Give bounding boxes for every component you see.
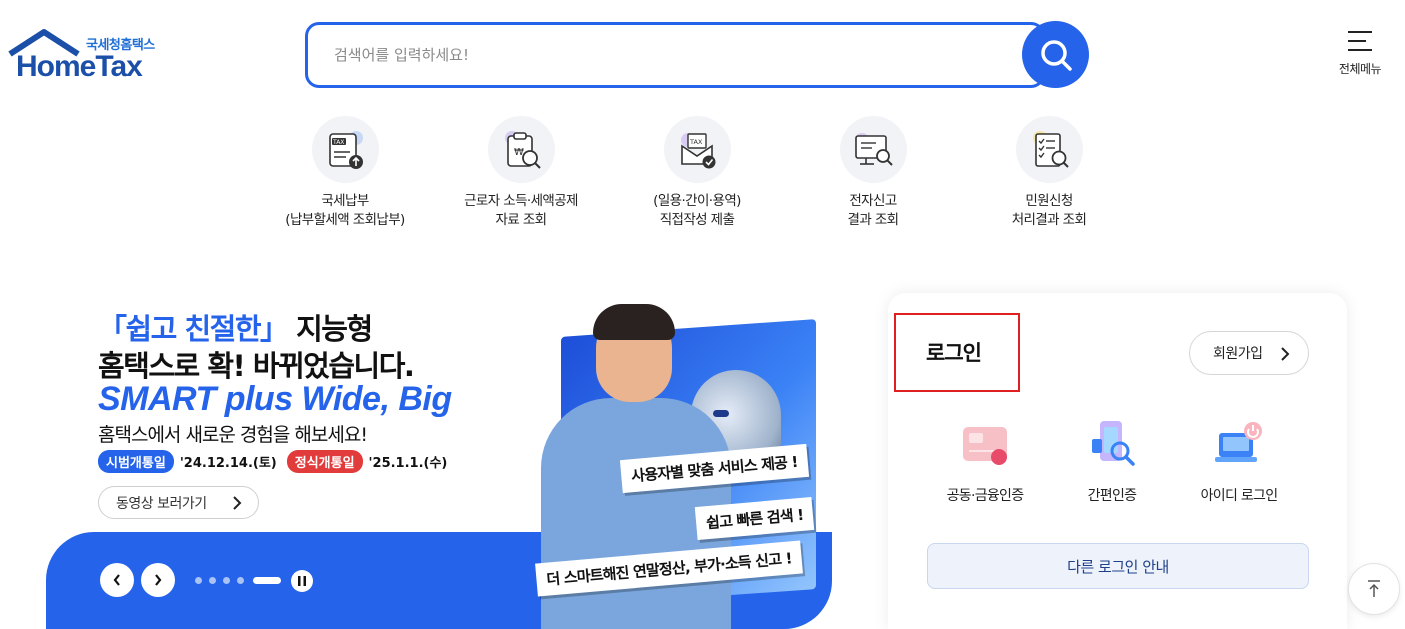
login-option-label: 공동·금융인증 xyxy=(946,488,1025,504)
robot-eye-graphic xyxy=(713,410,729,417)
banner-illustration: 사용자별 맞춤 서비스 제공 ! 쉽고 빠른 검색 ! 더 스마트해진 연말정산… xyxy=(501,300,831,629)
slide-dot[interactable] xyxy=(223,577,230,584)
quick-menu-label: 전자신고 xyxy=(849,193,897,209)
banner-pause-button[interactable] xyxy=(291,570,313,592)
certificate-card-icon xyxy=(957,417,1013,473)
login-option-label: 간편인증 xyxy=(1087,488,1137,504)
quick-menu-label: (일용·간이·용역) xyxy=(653,193,741,209)
login-title: 로그인 xyxy=(926,341,982,365)
banner-dates: 시범개통일 '24.12.14.(토) 정식개통일 '25.1.1.(수) xyxy=(98,450,451,473)
person-hair-graphic xyxy=(593,304,675,340)
svg-text:TAX: TAX xyxy=(332,139,344,146)
banner-headline-2: 홈택스로 확! 바뀌었습니다. xyxy=(98,349,415,383)
all-menu-button[interactable]: 전체메뉴 xyxy=(1330,30,1390,82)
slide-dot[interactable] xyxy=(209,577,216,584)
slide-dot[interactable] xyxy=(195,577,202,584)
quick-menu-label: 국세납부 xyxy=(321,193,369,209)
search-button[interactable] xyxy=(1022,21,1089,88)
search-icon xyxy=(1040,39,1072,71)
banner-headline-1: 「쉽고 친절한」 지능형 xyxy=(98,306,373,348)
quick-menu-deduction[interactable]: ₩ 근로자 소득·세액공제 자료 조회 xyxy=(446,116,596,230)
quick-menu-civil-petition[interactable]: 민원신청 처리결과 조회 xyxy=(974,116,1124,230)
banner-slogan: SMART plus Wide, Big xyxy=(98,380,452,418)
quick-menu-label: 근로자 소득·세액공제 xyxy=(464,193,578,209)
sign-up-button[interactable]: 회원가입 xyxy=(1189,331,1309,375)
login-id-option[interactable]: 아이디 로그인 xyxy=(1179,417,1299,505)
official-open-date: '25.1.1.(수) xyxy=(368,456,448,471)
official-open-badge: 정식개통일 xyxy=(286,450,363,473)
pilot-open-badge: 시범개통일 xyxy=(98,450,174,473)
slide-dot[interactable] xyxy=(237,577,244,584)
banner-headline-rest: 지능형 xyxy=(287,312,373,346)
banner-next-button[interactable] xyxy=(141,563,175,597)
quick-menu-label: 민원신청 xyxy=(1025,193,1073,209)
quick-menu-tax-payment[interactable]: TAX 국세납부 (납부할세액 조회납부) xyxy=(270,116,420,230)
quick-menu-sublabel: 처리결과 조회 xyxy=(1011,212,1087,228)
watch-video-button[interactable]: 동영상 보러가기 xyxy=(98,486,259,519)
sign-up-label: 회원가입 xyxy=(1213,346,1263,362)
hometax-logo[interactable]: 국세청홈택스 HomeTax xyxy=(8,28,168,84)
banner-highlight: 「쉽고 친절한」 xyxy=(98,312,289,346)
login-option-label: 아이디 로그인 xyxy=(1200,488,1279,504)
tax-deduction-search-icon: ₩ xyxy=(487,116,555,183)
quick-menu-sublabel: (납부할세액 조회납부) xyxy=(285,212,405,228)
search-input[interactable] xyxy=(308,25,988,85)
banner-description: 홈택스에서 새로운 경험을 해보세요! xyxy=(98,424,368,446)
chevron-right-icon xyxy=(1281,347,1290,361)
login-simple-auth-option[interactable]: 간편인증 xyxy=(1052,417,1172,505)
arrow-up-icon xyxy=(1368,580,1380,597)
simple-auth-search-icon xyxy=(1084,417,1140,473)
chevron-right-icon xyxy=(155,574,162,586)
quick-menu-direct-submit[interactable]: TAX (일용·간이·용역) 직접작성 제출 xyxy=(622,116,772,230)
login-certificate-option[interactable]: 공동·금융인증 xyxy=(925,417,1045,505)
login-panel: 로그인 회원가입 공동·금융인증 간편인증 아이디 로그인 다른 로그인 안내 xyxy=(888,293,1347,629)
slide-dot-active[interactable] xyxy=(253,577,281,584)
tax-mail-check-icon: TAX xyxy=(663,116,731,183)
chevron-left-icon xyxy=(113,574,120,586)
svg-text:TAX: TAX xyxy=(689,138,703,146)
quick-menu-sublabel: 직접작성 제출 xyxy=(659,212,735,228)
monitor-search-icon xyxy=(839,116,907,183)
quick-menu-sublabel: 결과 조회 xyxy=(847,212,900,228)
document-checklist-icon xyxy=(1015,116,1083,183)
other-login-guide-button[interactable]: 다른 로그인 안내 xyxy=(927,543,1309,589)
pause-icon xyxy=(298,576,306,586)
logo-text: HomeTax xyxy=(16,50,143,83)
quick-menu-e-filing-result[interactable]: 전자신고 결과 조회 xyxy=(798,116,948,230)
tax-payment-icon: TAX xyxy=(311,116,379,183)
search-box xyxy=(305,22,1045,88)
watch-video-label: 동영상 보러가기 xyxy=(116,495,207,512)
hamburger-icon xyxy=(1348,31,1372,51)
all-menu-label: 전체메뉴 xyxy=(1338,62,1382,76)
chevron-right-icon xyxy=(233,496,242,510)
pilot-open-date: '24.12.14.(토) xyxy=(179,456,277,471)
laptop-power-icon xyxy=(1211,417,1267,473)
banner-prev-button[interactable] xyxy=(100,563,134,597)
scroll-to-top-button[interactable] xyxy=(1348,563,1400,615)
promo-banner: 「쉽고 친절한」 지능형 홈택스로 확! 바뀌었습니다. SMART plus … xyxy=(46,290,832,629)
quick-menu-sublabel: 자료 조회 xyxy=(495,212,548,228)
